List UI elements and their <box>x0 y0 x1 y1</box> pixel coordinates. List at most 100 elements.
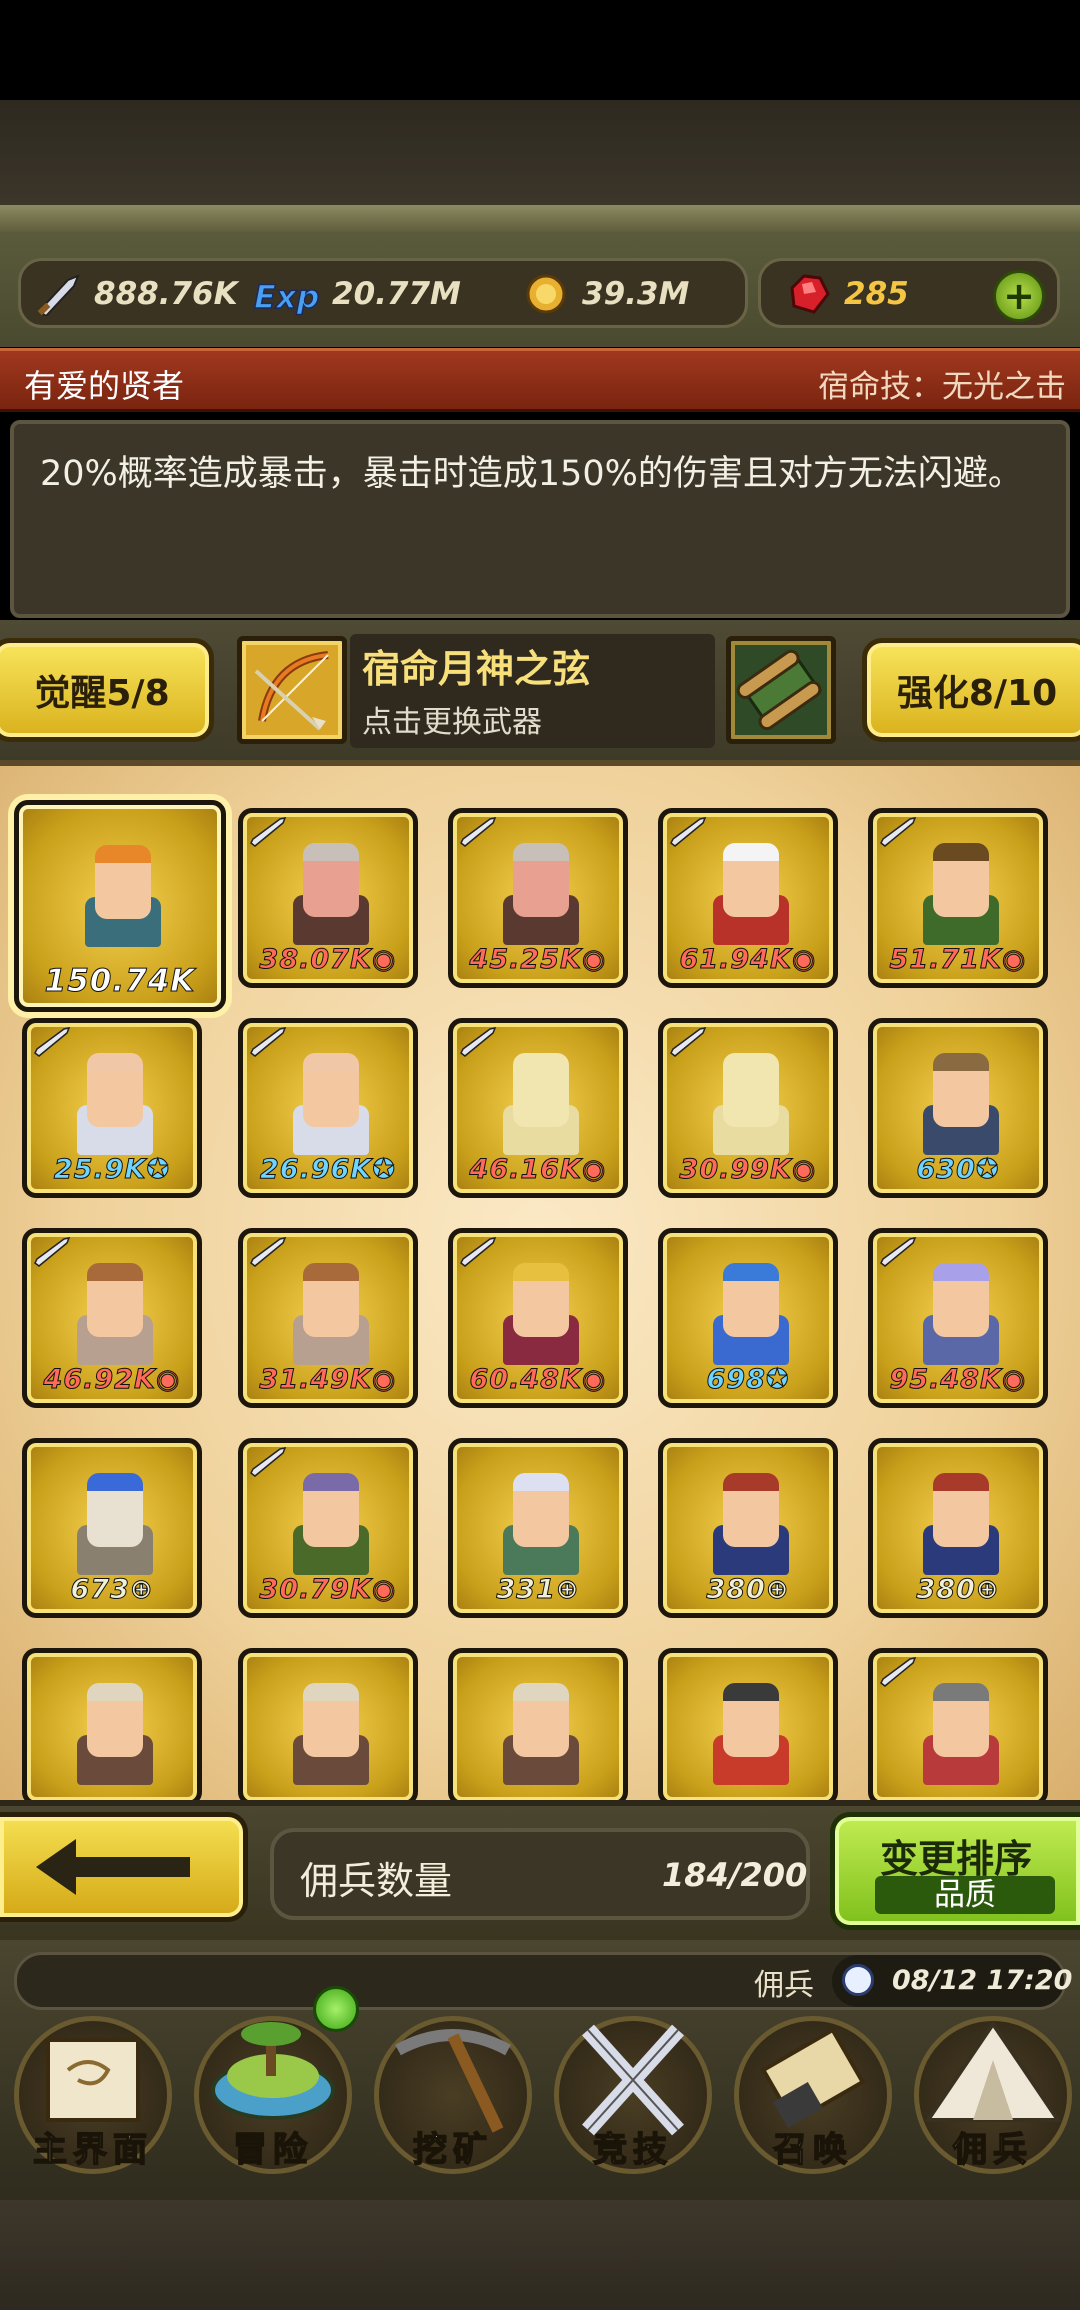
mercenary-portrait <box>285 1053 375 1163</box>
map-texture-bottom <box>0 2200 1080 2310</box>
mercenary-portrait <box>915 843 1005 953</box>
weapon-name: 宿命月神之弦 <box>362 647 591 691</box>
mercenary-card[interactable] <box>658 1648 838 1806</box>
mercenary-portrait <box>705 1683 795 1793</box>
portrait-head <box>513 1263 569 1337</box>
portrait-head <box>303 843 359 917</box>
mercenary-card[interactable]: 45.25K◉ <box>448 808 628 988</box>
ruby-icon <box>790 274 830 314</box>
mercenary-card[interactable]: 26.96K✪ <box>238 1018 418 1198</box>
portrait-head <box>87 1683 143 1757</box>
mercenary-card[interactable]: 30.99K◉ <box>658 1018 838 1198</box>
mercenary-portrait <box>495 1473 585 1583</box>
awaken-button[interactable]: 觉醒5/8 <box>0 638 214 742</box>
nav-item-scroll-map[interactable]: 主界面 <box>8 2010 178 2185</box>
nav-label: 挖矿 <box>412 2129 493 2171</box>
mercenary-count-label: 佣兵数量 <box>300 1859 453 1903</box>
portrait-head <box>723 1683 779 1757</box>
equipped-sword-icon <box>34 1237 71 1267</box>
attack-value: 888.76K <box>94 276 238 312</box>
mercenary-card[interactable] <box>22 1648 202 1806</box>
mercenary-card[interactable]: 698✪ <box>658 1228 838 1408</box>
mercenary-portrait <box>285 1683 375 1793</box>
mercenary-power: 46.16K◉ <box>469 1154 607 1186</box>
portrait-head <box>87 1053 143 1127</box>
mercenary-card[interactable]: 46.92K◉ <box>22 1228 202 1408</box>
mercenary-power: 380⊕ <box>916 1574 1000 1606</box>
mercenary-card[interactable]: 46.16K◉ <box>448 1018 628 1198</box>
mercenary-portrait <box>705 1053 795 1163</box>
nav-item-tent[interactable]: 佣兵 <box>908 2010 1078 2185</box>
exp-value: 20.77M <box>332 276 461 312</box>
mercenary-card[interactable] <box>238 1648 418 1806</box>
nav-label: 佣兵 <box>952 2129 1033 2171</box>
hero-title-bar: 有爱的贤者 宿命技：无光之击 <box>0 348 1080 412</box>
equipped-sword-icon <box>34 1027 71 1057</box>
skill-scroll-icon[interactable] <box>726 636 836 744</box>
game-screen: 888.76K Exp 20.77M 39.3M 285 + 有爱的贤者 宿命技… <box>0 0 1080 2310</box>
add-gems-button[interactable]: + <box>993 270 1045 322</box>
mercenary-card[interactable]: 630✪ <box>868 1018 1048 1198</box>
mercenary-card[interactable]: 380⊕ <box>658 1438 838 1618</box>
nav-item-crossed-swords[interactable]: 竞技 <box>548 2010 718 2185</box>
mercenary-portrait <box>915 1053 1005 1163</box>
gold-coins-icon <box>526 274 566 314</box>
mercenary-card[interactable]: 38.07K◉ <box>238 808 418 988</box>
portrait-head <box>303 1053 359 1127</box>
mercenary-card[interactable]: 60.48K◉ <box>448 1228 628 1408</box>
mercenary-power: 331⊕ <box>496 1574 580 1606</box>
mercenary-portrait <box>915 1683 1005 1793</box>
equipped-sword-icon <box>460 1027 497 1057</box>
portrait-head <box>723 1263 779 1337</box>
mercenary-card[interactable]: 150.74K <box>14 800 226 1012</box>
equipped-sword-icon <box>880 817 917 847</box>
map-texture-top <box>0 100 1080 220</box>
hero-skill: 宿命技：无光之击 <box>818 369 1066 405</box>
nav-item-island[interactable]: 冒险 <box>188 2010 358 2185</box>
mercenary-power: 95.48K◉ <box>889 1364 1027 1396</box>
mercenary-card[interactable]: 31.49K◉ <box>238 1228 418 1408</box>
mercenary-card[interactable]: 95.48K◉ <box>868 1228 1048 1408</box>
mercenary-card[interactable]: 331⊕ <box>448 1438 628 1618</box>
portrait-head <box>933 1053 989 1127</box>
mercenary-portrait <box>495 843 585 953</box>
portrait-head <box>87 1263 143 1337</box>
nav-label: 竞技 <box>592 2129 673 2171</box>
clock-icon <box>842 1964 874 1996</box>
exp-icon: Exp <box>253 277 320 316</box>
gold-value: 39.3M <box>582 276 690 312</box>
nav-label: 召唤 <box>772 2129 853 2171</box>
mercenary-card[interactable]: 30.79K◉ <box>238 1438 418 1618</box>
equipped-sword-icon <box>460 817 497 847</box>
attack-resource: 888.76K <box>34 272 238 316</box>
skill-description-box: 20%概率造成暴击，暴击时造成150%的伤害且对方无法闪避。 <box>10 420 1070 618</box>
mercenary-card[interactable]: 673⊕ <box>22 1438 202 1618</box>
gem-resource: 285 <box>784 272 909 316</box>
portrait-head <box>303 1263 359 1337</box>
bow-icon[interactable] <box>237 636 347 744</box>
nav-item-pickaxe[interactable]: 挖矿 <box>368 2010 538 2185</box>
mercenary-power: 38.07K◉ <box>259 944 397 976</box>
mercenary-portrait <box>69 1053 159 1163</box>
mercenary-card[interactable]: 25.9K✪ <box>22 1018 202 1198</box>
enhance-label: 强化8/10 <box>896 673 1058 714</box>
nav-item-summon-scroll[interactable]: 召唤 <box>728 2010 898 2185</box>
mercenary-power: 31.49K◉ <box>259 1364 397 1396</box>
enhance-button[interactable]: 强化8/10 <box>862 638 1080 742</box>
gold-resource: 39.3M <box>522 272 689 316</box>
mercenary-card[interactable]: 380⊕ <box>868 1438 1048 1618</box>
mercenary-portrait <box>69 1683 159 1793</box>
mercenary-portrait <box>705 1263 795 1373</box>
mercenary-portrait <box>495 1683 585 1793</box>
mercenary-power: 25.9K✪ <box>53 1154 171 1186</box>
portrait-head <box>303 1683 359 1757</box>
mercenary-card[interactable]: 61.94K◉ <box>658 808 838 988</box>
back-button[interactable] <box>0 1812 248 1922</box>
gem-value: 285 <box>844 276 909 312</box>
mercenary-portrait <box>495 1053 585 1163</box>
mercenary-card[interactable] <box>448 1648 628 1806</box>
mercenary-power: 150.74K <box>44 963 196 1000</box>
mercenary-card[interactable] <box>868 1648 1048 1806</box>
portrait-head <box>513 843 569 917</box>
mercenary-card[interactable]: 51.71K◉ <box>868 808 1048 988</box>
